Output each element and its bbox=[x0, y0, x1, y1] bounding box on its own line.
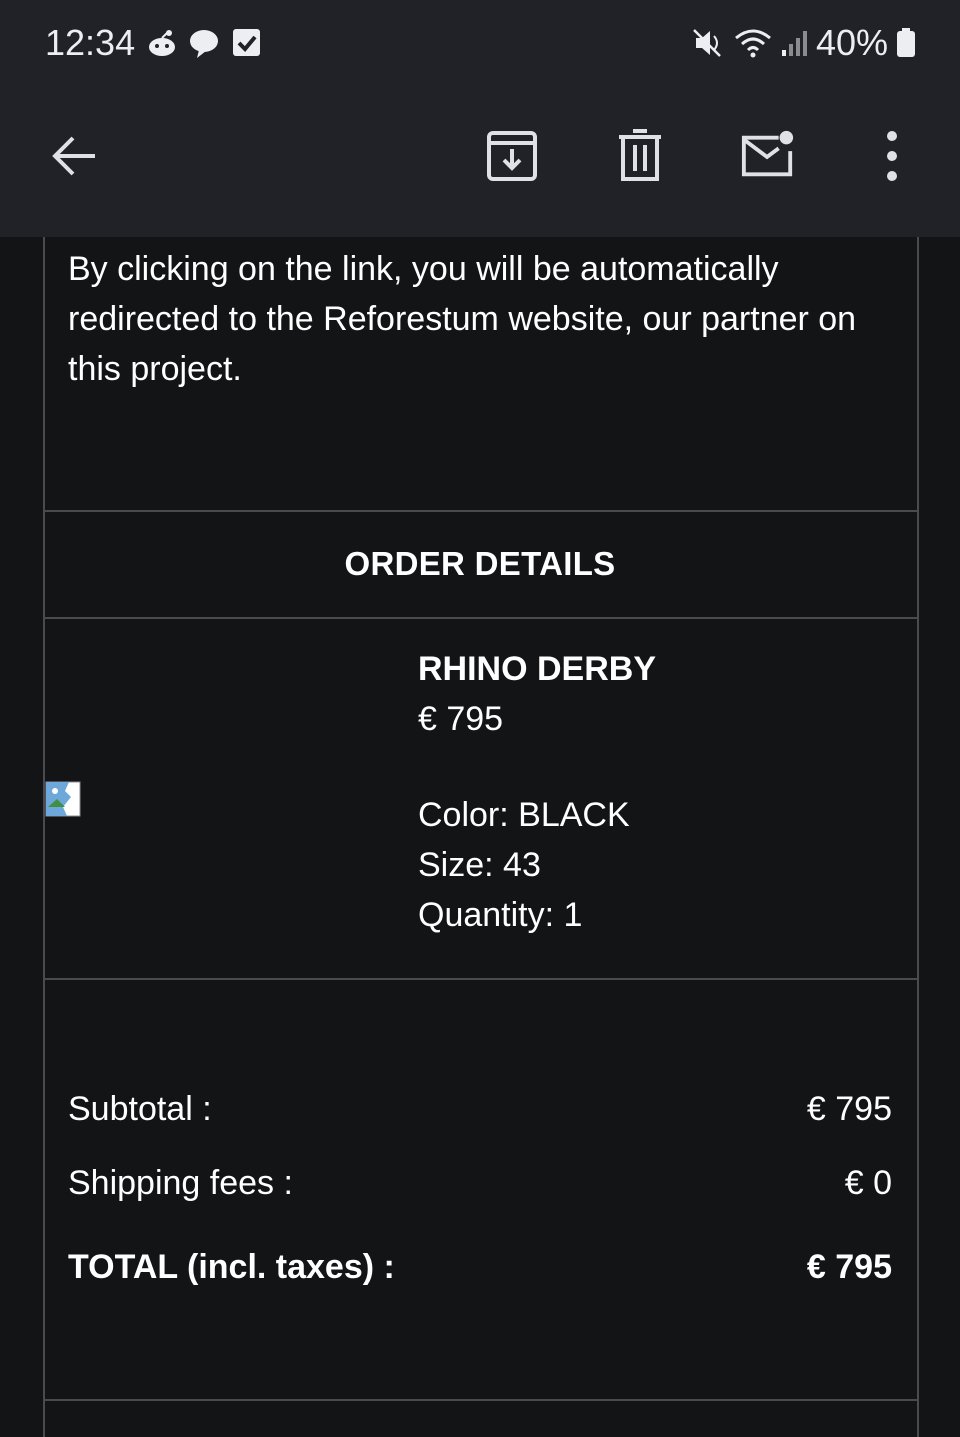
broken-image-icon bbox=[45, 781, 81, 817]
reddit-icon bbox=[149, 30, 175, 56]
more-options-button[interactable] bbox=[864, 128, 920, 184]
order-details-heading: ORDER DETAILS bbox=[344, 545, 616, 582]
battery-icon bbox=[897, 28, 915, 57]
mark-unread-icon bbox=[741, 130, 794, 177]
battery-percentage: 40% bbox=[816, 22, 889, 63]
total-value: € 795 bbox=[806, 1248, 892, 1286]
product-quantity: Quantity: 1 bbox=[418, 896, 583, 934]
subtotal-value: € 795 bbox=[806, 1090, 892, 1128]
back-button[interactable] bbox=[46, 128, 102, 184]
back-arrow-icon bbox=[52, 136, 95, 176]
signal-icon bbox=[782, 31, 807, 56]
chat-bubble-icon bbox=[190, 30, 218, 58]
mute-icon bbox=[693, 29, 721, 57]
product-name: RHINO DERBY bbox=[418, 650, 657, 688]
product-color: Color: BLACK bbox=[418, 796, 630, 834]
shipping-row: Shipping fees : € 0 bbox=[68, 1164, 892, 1203]
divider bbox=[43, 978, 917, 980]
total-row: TOTAL (incl. taxes) : € 795 bbox=[68, 1248, 892, 1287]
mark-unread-button[interactable] bbox=[740, 128, 796, 184]
status-bar: 12:34 40% bbox=[0, 0, 960, 88]
trash-icon bbox=[619, 129, 661, 181]
email-toolbar bbox=[0, 88, 960, 237]
more-vertical-icon bbox=[887, 131, 897, 181]
divider bbox=[43, 1399, 917, 1401]
archive-button[interactable] bbox=[484, 128, 540, 184]
product-size: Size: 43 bbox=[418, 846, 541, 884]
shipping-label: Shipping fees : bbox=[68, 1164, 293, 1202]
shipping-value: € 0 bbox=[844, 1164, 892, 1202]
divider bbox=[43, 510, 917, 512]
delete-button[interactable] bbox=[612, 128, 668, 184]
checkbox-icon bbox=[233, 29, 260, 56]
total-label: TOTAL (incl. taxes) : bbox=[68, 1248, 395, 1286]
product-price: € 795 bbox=[418, 700, 504, 738]
wifi-icon bbox=[735, 29, 771, 58]
subtotal-label: Subtotal : bbox=[68, 1090, 212, 1128]
subtotal-row: Subtotal : € 795 bbox=[68, 1090, 892, 1129]
archive-icon bbox=[487, 131, 537, 181]
divider bbox=[43, 617, 917, 619]
product-details: RHINO DERBY € 795 Color: BLACK Size: 43 … bbox=[418, 644, 898, 940]
intro-text: By clicking on the link, you will be aut… bbox=[68, 250, 857, 388]
status-time: 12:34 bbox=[45, 22, 136, 63]
